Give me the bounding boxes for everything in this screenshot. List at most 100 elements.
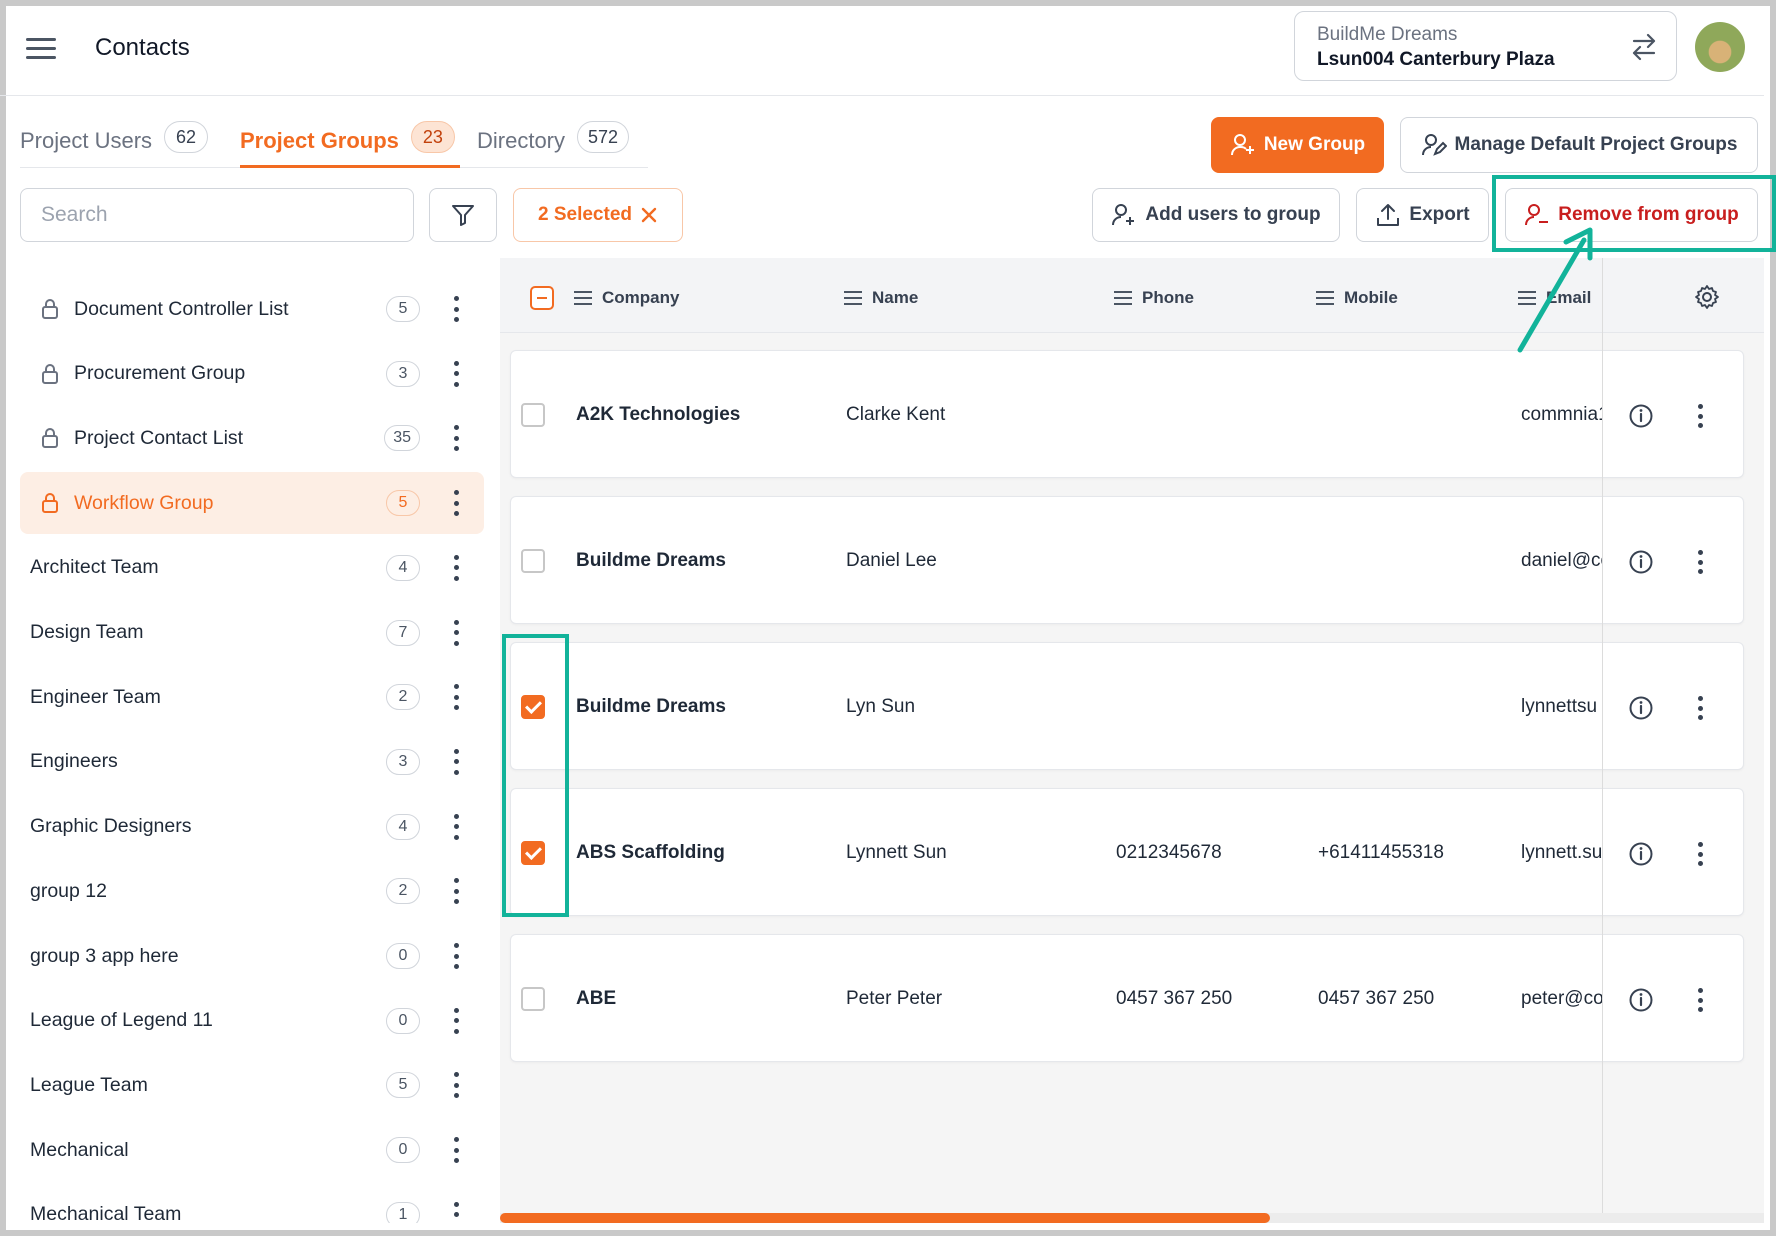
cell-name: Daniel Lee: [846, 550, 937, 571]
gear-icon[interactable]: [1693, 283, 1721, 311]
column-header-mobile[interactable]: Mobile: [1316, 288, 1398, 308]
tab-label: Project Users: [20, 128, 153, 153]
search-input[interactable]: [20, 188, 414, 242]
sidebar-group-item[interactable]: Project Contact List 35: [20, 407, 484, 469]
project-company: BuildMe Dreams: [1317, 24, 1458, 45]
sidebar-group-item[interactable]: group 3 app here 0: [20, 925, 484, 987]
swap-arrows-icon: [1632, 33, 1656, 61]
sidebar-group-item[interactable]: Document Controller List 5: [20, 278, 484, 340]
tab-label: Directory: [477, 128, 566, 153]
group-count-badge: 0: [386, 1007, 420, 1034]
hamburger-menu-icon[interactable]: [26, 38, 56, 62]
column-menu-icon: [1316, 291, 1334, 305]
group-count-badge: 3: [386, 748, 420, 775]
info-icon[interactable]: [1628, 987, 1654, 1013]
filter-icon: [452, 205, 474, 226]
sidebar-group-item[interactable]: League Team 5: [20, 1054, 484, 1116]
more-options-icon[interactable]: [452, 425, 460, 452]
cell-email: peter@co: [1521, 988, 1603, 1009]
sidebar-group-item[interactable]: League of Legend 11 0: [20, 990, 484, 1052]
more-options-icon[interactable]: [452, 554, 460, 581]
more-options-icon[interactable]: [452, 1007, 460, 1034]
lock-icon: [42, 299, 58, 319]
sidebar-group-item[interactable]: Mechanical 0: [20, 1119, 484, 1181]
more-options-icon[interactable]: [1696, 696, 1704, 720]
column-label: Company: [602, 288, 680, 307]
more-options-icon[interactable]: [452, 360, 460, 387]
close-icon[interactable]: [640, 206, 658, 224]
more-options-icon[interactable]: [452, 1137, 460, 1164]
cell-email: commnia1: [1521, 404, 1603, 425]
cell-name: Lynnett Sun: [846, 842, 947, 863]
info-icon[interactable]: [1628, 549, 1654, 575]
group-count-badge: 0: [386, 943, 420, 969]
group-count-badge: 7: [386, 619, 420, 646]
column-header-name[interactable]: Name: [844, 288, 918, 308]
row-checkbox[interactable]: [521, 403, 545, 427]
cell-name: Lyn Sun: [846, 696, 916, 717]
horizontal-scrollbar-thumb[interactable]: [500, 1213, 1270, 1223]
group-count-badge: 1: [386, 1201, 420, 1223]
row-checkbox[interactable]: [521, 549, 545, 573]
group-label: Graphic Designers: [30, 815, 192, 838]
more-options-icon[interactable]: [452, 748, 460, 775]
group-label: Engineer Team: [30, 685, 161, 708]
row-checkbox[interactable]: [521, 987, 545, 1011]
cell-name: Peter Peter: [846, 988, 943, 1009]
sidebar-group-item[interactable]: Procurement Group 3: [20, 343, 484, 405]
tab-project-users[interactable]: Project Users 62: [20, 121, 209, 154]
column-header-company[interactable]: Company: [574, 288, 679, 308]
more-options-icon[interactable]: [452, 684, 460, 711]
sidebar-group-item[interactable]: Architect Team 4: [20, 537, 484, 599]
info-icon[interactable]: [1628, 695, 1654, 721]
more-options-icon[interactable]: [452, 619, 460, 646]
more-options-icon[interactable]: [1696, 404, 1704, 428]
project-switcher[interactable]: BuildMe Dreams Lsun004 Canterbury Plaza: [1294, 11, 1677, 81]
group-label: League of Legend 11: [30, 1009, 213, 1032]
manage-default-groups-button[interactable]: Manage Default Project Groups: [1400, 117, 1758, 173]
filter-button[interactable]: [429, 188, 497, 242]
table-row[interactable]: A2K Technologies Clarke Kent commnia1: [510, 350, 1744, 478]
more-options-icon[interactable]: [452, 813, 460, 840]
avatar[interactable]: [1695, 22, 1745, 72]
info-icon[interactable]: [1628, 841, 1654, 867]
sidebar-group-item[interactable]: Engineer Team 2: [20, 666, 484, 728]
more-options-icon[interactable]: [452, 1201, 460, 1223]
column-menu-icon: [1114, 291, 1132, 305]
sidebar-group-item[interactable]: Mechanical Team 1: [20, 1184, 484, 1223]
table-row[interactable]: ABS Scaffolding Lynnett Sun 0212345678 +614…: [510, 788, 1744, 916]
more-options-icon[interactable]: [1696, 842, 1704, 866]
add-users-to-group-button[interactable]: Add users to group: [1092, 188, 1340, 242]
table-row[interactable]: ABE Peter Peter 0457 367 250 0457 367 250 pe…: [510, 934, 1744, 1062]
more-options-icon[interactable]: [452, 1072, 460, 1099]
group-count-badge: 2: [386, 878, 420, 905]
more-options-icon[interactable]: [452, 878, 460, 905]
cell-email: daniel@co: [1521, 550, 1603, 571]
select-all-checkbox[interactable]: [530, 286, 554, 310]
cell-name: Clarke Kent: [846, 404, 946, 425]
tab-directory[interactable]: Directory 572: [477, 121, 630, 154]
export-button[interactable]: Export: [1356, 188, 1489, 242]
more-options-icon[interactable]: [452, 490, 460, 517]
new-group-button[interactable]: New Group: [1211, 117, 1384, 173]
selected-count-chip[interactable]: 2 Selected: [513, 188, 683, 242]
group-label: Mechanical: [30, 1138, 129, 1161]
table-row[interactable]: Buildme Dreams Lyn Sun lynnettsu: [510, 642, 1744, 770]
sidebar-group-item[interactable]: Design Team 7: [20, 602, 484, 664]
cell-email: lynnett.su: [1521, 842, 1603, 863]
export-label: Export: [1409, 204, 1470, 225]
sidebar-group-item[interactable]: Graphic Designers 4: [20, 796, 484, 858]
tab-project-groups[interactable]: Project Groups 23: [240, 121, 455, 154]
group-count-badge: 3: [386, 360, 420, 387]
more-options-icon[interactable]: [452, 296, 460, 322]
info-icon[interactable]: [1628, 403, 1654, 429]
more-options-icon[interactable]: [452, 943, 460, 969]
more-options-icon[interactable]: [1696, 550, 1704, 574]
more-options-icon[interactable]: [1696, 988, 1704, 1012]
contacts-table: Company Name Phone Mobile Email A2K Tech…: [500, 258, 1764, 1223]
sidebar-group-item[interactable]: Workflow Group 5: [20, 472, 484, 535]
sidebar-group-item[interactable]: Engineers 3: [20, 731, 484, 793]
column-header-phone[interactable]: Phone: [1114, 288, 1194, 308]
table-row[interactable]: Buildme Dreams Daniel Lee daniel@co: [510, 496, 1744, 624]
sidebar-group-item[interactable]: group 12 2: [20, 860, 484, 922]
